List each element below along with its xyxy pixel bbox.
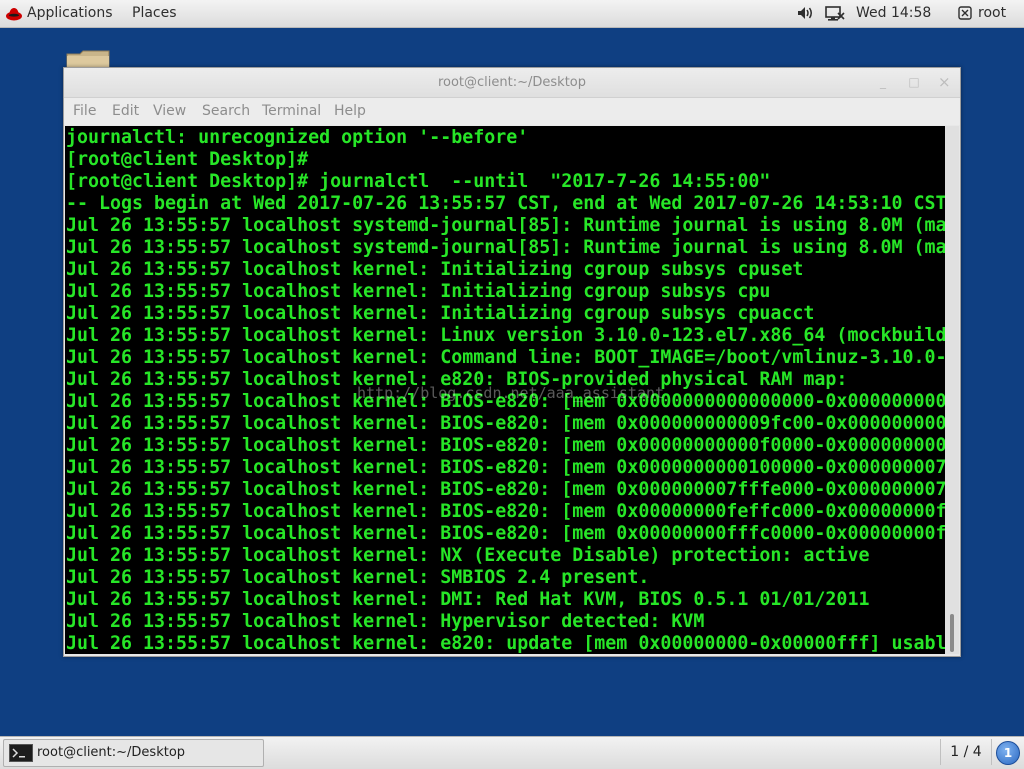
menu-file[interactable]: File: [73, 98, 96, 125]
volume-icon[interactable]: [797, 6, 815, 20]
menu-bar: File Edit View Search Terminal Help: [64, 98, 960, 125]
notification-badge[interactable]: 1: [996, 741, 1020, 765]
close-button[interactable]: ×: [938, 75, 951, 90]
terminal-line: Jul 26 13:55:57 localhost kernel: BIOS-e…: [66, 523, 945, 544]
scrollbar-thumb[interactable]: [950, 614, 954, 652]
places-menu[interactable]: Places: [132, 0, 177, 27]
terminal-line: Jul 26 13:55:57 localhost kernel: BIOS-e…: [66, 413, 945, 434]
terminal-icon: [9, 744, 33, 762]
terminal-line: Jul 26 13:55:57 localhost kernel: Initia…: [66, 303, 815, 324]
taskbar-window-label: root@client:~/Desktop: [37, 745, 186, 760]
scrollbar[interactable]: [945, 126, 959, 654]
applications-menu[interactable]: Applications: [27, 0, 113, 27]
window-titlebar[interactable]: root@client:~/Desktop _ □ ×: [64, 68, 960, 98]
terminal-line: Jul 26 13:55:57 localhost kernel: Hyperv…: [66, 611, 705, 632]
menu-view[interactable]: View: [153, 98, 186, 125]
taskbar: root@client:~/Desktop 1 / 4 1: [0, 736, 1024, 769]
window-title: root@client:~/Desktop: [437, 75, 587, 90]
terminal-line: Jul 26 13:55:57 localhost kernel: BIOS-e…: [66, 457, 945, 478]
terminal-line: journalctl: unrecognized option '--befor…: [66, 127, 529, 148]
terminal-line: Jul 26 13:55:57 localhost kernel: e820: …: [66, 633, 945, 654]
menu-search[interactable]: Search: [202, 98, 250, 125]
terminal-line: Jul 26 13:55:57 localhost systemd-journa…: [66, 237, 945, 258]
terminal-line: Jul 26 13:55:57 localhost kernel: Initia…: [66, 259, 804, 280]
top-panel: Applications Places Wed 14:58 root: [0, 0, 1024, 28]
clock[interactable]: Wed 14:58: [856, 0, 931, 27]
redhat-logo-icon[interactable]: [5, 5, 23, 23]
terminal-line: Jul 26 13:55:57 localhost kernel: NX (Ex…: [66, 545, 870, 566]
terminal-line: [root@client Desktop]#: [66, 149, 309, 170]
terminal-line: Jul 26 13:55:57 localhost kernel: Comman…: [66, 347, 945, 368]
user-icon[interactable]: [958, 6, 972, 20]
taskbar-window-button[interactable]: root@client:~/Desktop: [3, 739, 264, 767]
terminal-window: root@client:~/Desktop _ □ × File Edit Vi…: [63, 67, 961, 657]
watermark: http://blog.csdn.net/aaa_assistant: [357, 384, 665, 402]
menu-help[interactable]: Help: [334, 98, 366, 125]
terminal-line: Jul 26 13:55:57 localhost kernel: Linux …: [66, 325, 945, 346]
maximize-button[interactable]: □: [908, 76, 920, 88]
user-menu[interactable]: root: [978, 0, 1006, 27]
workspace-switcher[interactable]: 1 / 4: [940, 739, 992, 765]
terminal-line: Jul 26 13:55:57 localhost systemd-journa…: [66, 215, 945, 236]
terminal-output[interactable]: journalctl: unrecognized option '--befor…: [65, 126, 945, 654]
minimize-button[interactable]: _: [877, 76, 889, 88]
terminal-line: [root@client Desktop]# journalctl --unti…: [66, 171, 771, 192]
menu-edit[interactable]: Edit: [112, 98, 139, 125]
terminal-line: Jul 26 13:55:57 localhost kernel: DMI: R…: [66, 589, 870, 610]
network-icon[interactable]: [825, 5, 845, 22]
terminal-line: Jul 26 13:55:57 localhost kernel: BIOS-e…: [66, 479, 945, 500]
terminal-line: Jul 26 13:55:57 localhost kernel: BIOS-e…: [66, 435, 945, 456]
terminal-line: -- Logs begin at Wed 2017-07-26 13:55:57…: [66, 193, 945, 214]
terminal-line: Jul 26 13:55:57 localhost kernel: Initia…: [66, 281, 771, 302]
terminal-line: Jul 26 13:55:57 localhost kernel: SMBIOS…: [66, 567, 650, 588]
menu-terminal[interactable]: Terminal: [262, 98, 321, 125]
terminal-line: Jul 26 13:55:57 localhost kernel: BIOS-e…: [66, 501, 945, 522]
